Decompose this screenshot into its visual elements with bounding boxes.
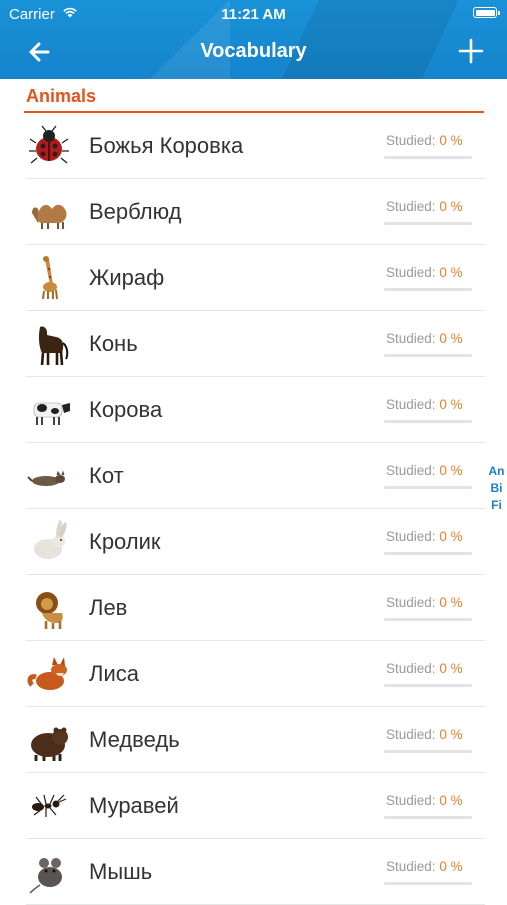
list-item[interactable]: Муравей Studied: 0 % xyxy=(0,773,485,839)
battery-icon xyxy=(473,7,500,18)
progress-bar xyxy=(384,354,472,357)
list-item[interactable]: Жираф Studied: 0 % xyxy=(0,245,485,311)
studied-label: Studied: xyxy=(386,331,436,346)
studied-status: Studied: 0 % xyxy=(386,463,463,478)
progress-bar xyxy=(384,816,472,819)
section-index-item[interactable]: An xyxy=(486,463,507,480)
studied-percent: 0 % xyxy=(439,727,463,742)
status-bar: Carrier 11:21 AM xyxy=(0,0,507,28)
progress-bar xyxy=(384,486,472,489)
studied-percent: 0 % xyxy=(439,529,463,544)
list-item[interactable]: Кролик Studied: 0 % xyxy=(0,509,485,575)
progress-bar xyxy=(384,222,472,225)
word-label: Муравей xyxy=(89,793,179,818)
studied-percent: 0 % xyxy=(439,463,463,478)
studied-status: Studied: 0 % xyxy=(386,331,463,346)
studied-status: Studied: 0 % xyxy=(386,595,463,610)
list-item[interactable]: Корова Studied: 0 % xyxy=(0,377,485,443)
studied-label: Studied: xyxy=(386,859,436,874)
bear-icon xyxy=(31,727,68,761)
studied-label: Studied: xyxy=(386,265,436,280)
studied-status: Studied: 0 % xyxy=(386,397,463,412)
list-item[interactable]: Лев Studied: 0 % xyxy=(0,575,485,641)
mouse-icon xyxy=(29,858,62,894)
studied-percent: 0 % xyxy=(439,133,463,148)
list-item[interactable]: Медведь Studied: 0 % xyxy=(0,707,485,773)
studied-percent: 0 % xyxy=(439,199,463,214)
studied-percent: 0 % xyxy=(439,331,463,346)
word-label: Медведь xyxy=(89,727,180,752)
studied-percent: 0 % xyxy=(439,793,463,808)
studied-percent: 0 % xyxy=(439,595,463,610)
studied-percent: 0 % xyxy=(439,661,463,676)
list-item[interactable]: Лиса Studied: 0 % xyxy=(0,641,485,707)
studied-percent: 0 % xyxy=(439,265,463,280)
cat-icon xyxy=(27,470,65,486)
studied-status: Studied: 0 % xyxy=(386,661,463,676)
word-label: Жираф xyxy=(89,265,165,290)
progress-bar xyxy=(384,156,472,159)
cow-icon xyxy=(33,402,70,425)
section-index: An Bi Fi xyxy=(486,463,507,514)
studied-label: Studied: xyxy=(386,463,436,478)
giraffe-icon xyxy=(42,256,58,300)
word-label: Лев xyxy=(89,595,128,620)
section-index-item[interactable]: Bi xyxy=(486,480,507,497)
ladybug-icon xyxy=(29,125,69,164)
page-title: Vocabulary xyxy=(200,40,307,62)
word-label: Лиса xyxy=(89,661,139,686)
word-label: Верблюд xyxy=(89,199,182,224)
section-index-item[interactable]: Fi xyxy=(486,497,507,514)
list-item[interactable]: Кот Studied: 0 % xyxy=(0,443,485,509)
progress-bar xyxy=(384,684,472,687)
section-title: Animals xyxy=(26,86,97,106)
list-item[interactable]: Верблюд Studied: 0 % xyxy=(0,179,485,245)
progress-bar xyxy=(384,882,472,885)
studied-label: Studied: xyxy=(386,595,436,610)
studied-status: Studied: 0 % xyxy=(386,793,463,808)
studied-label: Studied: xyxy=(386,397,436,412)
studied-label: Studied: xyxy=(386,661,436,676)
progress-bar xyxy=(384,552,472,555)
studied-label: Studied: xyxy=(386,133,436,148)
studied-percent: 0 % xyxy=(439,859,463,874)
studied-label: Studied: xyxy=(386,199,436,214)
studied-label: Studied: xyxy=(386,529,436,544)
word-label: Кролик xyxy=(89,529,161,554)
fox-icon xyxy=(27,657,67,690)
studied-status: Studied: 0 % xyxy=(386,859,463,874)
list-item[interactable]: Мышь Studied: 0 % xyxy=(0,839,485,905)
studied-label: Studied: xyxy=(386,793,436,808)
ant-icon xyxy=(32,794,67,817)
studied-percent: 0 % xyxy=(439,397,463,412)
studied-status: Studied: 0 % xyxy=(386,727,463,742)
word-label: Кот xyxy=(89,463,124,488)
list-item[interactable]: Божья Коровка Studied: 0 % xyxy=(0,113,485,179)
progress-bar xyxy=(384,288,472,291)
horse-icon xyxy=(38,326,69,366)
studied-status: Studied: 0 % xyxy=(386,265,463,280)
progress-bar xyxy=(384,750,472,753)
studied-label: Studied: xyxy=(386,727,436,742)
word-label: Корова xyxy=(89,397,163,422)
lion-icon xyxy=(36,592,63,629)
progress-bar xyxy=(384,618,472,621)
progress-bar xyxy=(384,420,472,423)
clock: 11:21 AM xyxy=(221,6,286,23)
word-label: Конь xyxy=(89,331,138,356)
rabbit-icon xyxy=(34,520,67,559)
list-item[interactable]: Конь Studied: 0 % xyxy=(0,311,485,377)
studied-status: Studied: 0 % xyxy=(386,199,463,214)
camel-icon xyxy=(32,204,67,229)
word-label: Мышь xyxy=(89,859,153,884)
word-label: Божья Коровка xyxy=(89,133,244,158)
studied-status: Studied: 0 % xyxy=(386,133,463,148)
studied-status: Studied: 0 % xyxy=(386,529,463,544)
nav-header: Carrier 11:21 AM Vocabulary xyxy=(0,0,507,79)
add-plus-icon[interactable] xyxy=(457,37,485,65)
